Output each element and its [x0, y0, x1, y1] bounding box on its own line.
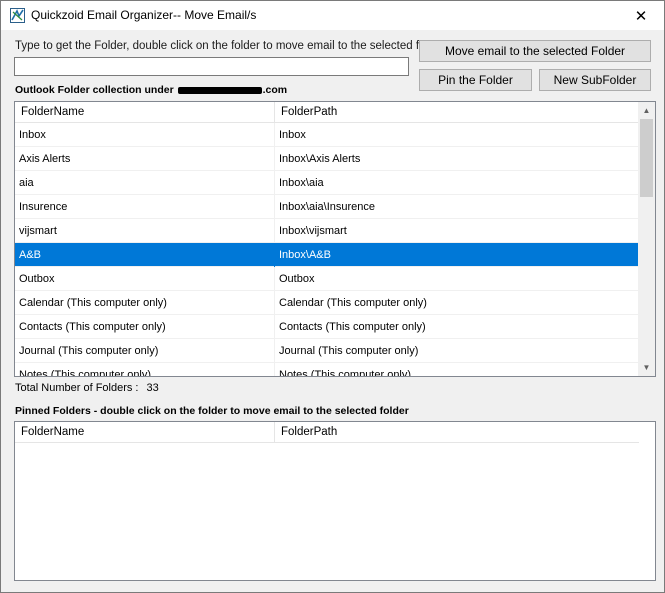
- outlook-label-prefix: Outlook Folder collection under: [15, 84, 177, 96]
- cell-folderpath[interactable]: Inbox\Axis Alerts: [275, 147, 639, 171]
- cell-folderpath[interactable]: Inbox\aia\Insurence: [275, 195, 639, 219]
- move-email-button[interactable]: Move email to the selected Folder: [419, 40, 651, 62]
- cell-foldername[interactable]: Calendar (This computer only): [15, 291, 275, 315]
- cell-folderpath[interactable]: Inbox: [275, 123, 639, 147]
- cell-foldername[interactable]: Contacts (This computer only): [15, 315, 275, 339]
- outlook-folders-label: Outlook Folder collection under .com: [15, 84, 287, 96]
- close-icon[interactable]: ✕: [635, 7, 648, 25]
- cell-folderpath[interactable]: Inbox\aia: [275, 171, 639, 195]
- cell-folderpath[interactable]: Calendar (This computer only): [275, 291, 639, 315]
- table-row[interactable]: A&B Inbox\A&B: [15, 243, 639, 267]
- cell-folderpath[interactable]: Inbox\A&B: [275, 243, 639, 267]
- pin-folder-button[interactable]: Pin the Folder: [419, 69, 532, 91]
- pinned-folders-label: Pinned Folders - double click on the fol…: [15, 405, 409, 417]
- table-row[interactable]: Notes (This computer only) Notes (This co…: [15, 363, 639, 376]
- new-subfolder-button[interactable]: New SubFolder: [539, 69, 651, 91]
- table-row[interactable]: Outbox Outbox: [15, 267, 639, 291]
- grid-rows: Inbox Inbox Axis Alerts Inbox\Axis Alerts ai…: [15, 123, 639, 376]
- scroll-down-arrow-icon[interactable]: ▼: [638, 359, 655, 376]
- total-folders-count: 33: [146, 382, 159, 394]
- pinned-folders-grid[interactable]: FolderName FolderPath: [14, 421, 656, 581]
- cell-foldername[interactable]: aia: [15, 171, 275, 195]
- move-email-window: Quickzoid Email Organizer-- Move Email/s…: [0, 0, 665, 593]
- cell-foldername[interactable]: Journal (This computer only): [15, 339, 275, 363]
- total-folders: Total Number of Folders : 33: [15, 382, 159, 394]
- outlook-label-suffix: .com: [262, 84, 288, 96]
- table-row[interactable]: vijsmart Inbox\vijsmart: [15, 219, 639, 243]
- scroll-up-arrow-icon[interactable]: ▲: [638, 102, 655, 119]
- table-row[interactable]: Insurence Inbox\aia\Insurence: [15, 195, 639, 219]
- pinned-grid-header: FolderName FolderPath: [15, 422, 639, 443]
- total-folders-label: Total Number of Folders :: [15, 382, 139, 394]
- table-row[interactable]: Calendar (This computer only) Calendar (T…: [15, 291, 639, 315]
- cell-foldername[interactable]: vijsmart: [15, 219, 275, 243]
- table-row[interactable]: Contacts (This computer only) Contacts (T…: [15, 315, 639, 339]
- cell-folderpath[interactable]: Inbox\vijsmart: [275, 219, 639, 243]
- cell-foldername[interactable]: Insurence: [15, 195, 275, 219]
- search-instruction: Type to get the Folder, double click on …: [15, 40, 419, 52]
- cell-foldername[interactable]: Axis Alerts: [15, 147, 275, 171]
- column-header-folderpath[interactable]: FolderPath: [275, 102, 639, 123]
- table-row[interactable]: Axis Alerts Inbox\Axis Alerts: [15, 147, 639, 171]
- table-row[interactable]: Inbox Inbox: [15, 123, 639, 147]
- window-title: Quickzoid Email Organizer-- Move Email/s: [31, 8, 257, 22]
- redacted-email: [177, 86, 262, 94]
- cell-folderpath[interactable]: Contacts (This computer only): [275, 315, 639, 339]
- cell-foldername[interactable]: A&B: [15, 243, 275, 267]
- grid-header: FolderName FolderPath: [15, 102, 639, 123]
- title-bar: Quickzoid Email Organizer-- Move Email/s…: [1, 1, 664, 30]
- cell-folderpath[interactable]: Notes (This computer only): [275, 363, 639, 376]
- scrollbar-thumb[interactable]: [640, 119, 653, 197]
- cell-foldername[interactable]: Outbox: [15, 267, 275, 291]
- folder-search-input[interactable]: [14, 57, 409, 76]
- cell-folderpath[interactable]: Outbox: [275, 267, 639, 291]
- cell-foldername[interactable]: Notes (This computer only): [15, 363, 275, 376]
- outlook-folders-grid[interactable]: FolderName FolderPath Inbox Inbox Axis Ale…: [14, 101, 656, 377]
- quickzoid-app-icon: [10, 8, 25, 23]
- pinned-column-header-foldername[interactable]: FolderName: [15, 422, 275, 443]
- cell-folderpath[interactable]: Journal (This computer only): [275, 339, 639, 363]
- vertical-scrollbar[interactable]: ▲ ▼: [638, 102, 655, 376]
- cell-foldername[interactable]: Inbox: [15, 123, 275, 147]
- table-row[interactable]: Journal (This computer only) Journal (Thi…: [15, 339, 639, 363]
- table-row[interactable]: aia Inbox\aia: [15, 171, 639, 195]
- column-header-foldername[interactable]: FolderName: [15, 102, 275, 123]
- pinned-column-header-folderpath[interactable]: FolderPath: [275, 422, 639, 443]
- close-button[interactable]: ✕: [618, 1, 664, 30]
